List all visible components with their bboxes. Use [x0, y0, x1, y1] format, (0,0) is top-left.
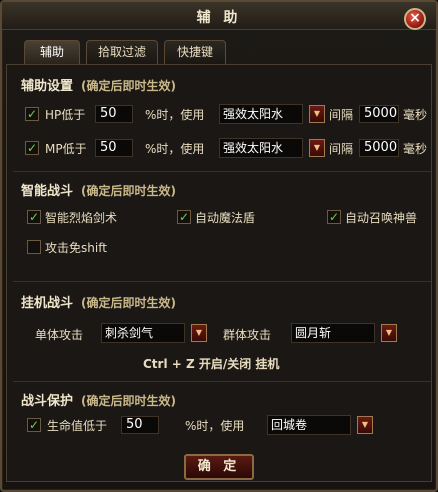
tab-content: 辅助设置 (确定后即时生效) ✓ HP低于 50 %时，使用 强效太阳水 ▼ 间隔…: [6, 64, 432, 482]
window-title: 辅 助: [196, 10, 242, 26]
section-title: 挂机战斗 (确定后即时生效): [21, 292, 176, 311]
section-title: 战斗保护 (确定后即时生效): [21, 390, 176, 409]
protect-title: 战斗保护: [21, 394, 74, 409]
auto-title: 挂机战斗: [21, 296, 74, 311]
mp-label: MP低于: [45, 142, 87, 156]
no-shift-label: 攻击免shift: [45, 241, 107, 255]
section-note: (确定后即时生效): [81, 184, 176, 198]
battle-protect-section: 战斗保护 (确定后即时生效) ✓ 生命值低于 50 %时，使用 回城卷 ▼: [13, 381, 431, 441]
summon-beast-checkbox[interactable]: ✓: [327, 210, 341, 224]
summon-beast-label: 自动召唤神兽: [345, 211, 418, 225]
single-attack-label: 单体攻击: [35, 328, 84, 342]
hp-interval-unit: 毫秒: [403, 108, 428, 122]
hp-item-dropdown-icon[interactable]: ▼: [309, 105, 325, 123]
group-attack-dropdown-icon[interactable]: ▼: [381, 324, 397, 342]
life-protect-suffix: %时，使用: [185, 419, 245, 433]
assist-settings-section: 辅助设置 (确定后即时生效) ✓ HP低于 50 %时，使用 强效太阳水 ▼ 间隔…: [13, 69, 431, 171]
group-attack-select[interactable]: 圆月斩: [291, 323, 375, 343]
hp-item-select[interactable]: 强效太阳水: [219, 104, 303, 124]
hp-interval-input[interactable]: 5000: [359, 105, 399, 123]
magic-shield-checkbox[interactable]: ✓: [177, 210, 191, 224]
magic-shield-label: 自动魔法盾: [195, 211, 256, 225]
auto-battle-section: 挂机战斗 (确定后即时生效) 单体攻击 刺杀剑气 ▼ 群体攻击 圆月斩 ▼ Ctr…: [13, 281, 431, 381]
hp-interval-label: 间隔: [329, 108, 354, 122]
hp-threshold-input[interactable]: 50: [95, 105, 133, 123]
hp-checkbox[interactable]: ✓: [25, 107, 39, 121]
mp-item-select[interactable]: 强效太阳水: [219, 138, 303, 158]
life-threshold-input[interactable]: 50: [121, 416, 159, 434]
tab-hotkeys[interactable]: 快捷键: [164, 40, 226, 64]
section-title: 辅助设置 (确定后即时生效): [21, 75, 176, 94]
single-attack-select[interactable]: 刺杀剑气: [101, 323, 185, 343]
combat-title: 智能战斗: [21, 184, 74, 199]
single-attack-dropdown-icon[interactable]: ▼: [191, 324, 207, 342]
no-shift-checkbox[interactable]: [27, 240, 41, 254]
mp-interval-unit: 毫秒: [403, 142, 428, 156]
protect-item-dropdown-icon[interactable]: ▼: [357, 416, 373, 434]
mp-interval-input[interactable]: 5000: [359, 139, 399, 157]
smart-combat-section: 智能战斗 (确定后即时生效) ✓ 智能烈焰剑术 ✓ 自动魔法盾 ✓ 自动召唤神兽 …: [13, 171, 431, 281]
hp-suffix: %时，使用: [145, 108, 205, 122]
assist-window: 辅 助 × 辅助 拾取过滤 快捷键 辅助设置 (确定后即时生效) ✓ HP低于 5…: [0, 0, 438, 492]
section-title: 智能战斗 (确定后即时生效): [21, 180, 176, 199]
life-protect-checkbox[interactable]: ✓: [27, 418, 41, 432]
assist-title: 辅助设置: [21, 79, 74, 94]
mp-suffix: %时，使用: [145, 142, 205, 156]
hp-label: HP低于: [45, 108, 86, 122]
mp-threshold-input[interactable]: 50: [95, 139, 133, 157]
tab-pickup-filter[interactable]: 拾取过滤: [86, 40, 158, 64]
close-icon[interactable]: ×: [404, 8, 426, 30]
mp-checkbox[interactable]: ✓: [25, 141, 39, 155]
section-note: (确定后即时生效): [81, 296, 176, 310]
section-note: (确定后即时生效): [81, 394, 176, 408]
fire-sword-label: 智能烈焰剑术: [45, 211, 118, 225]
protect-item-select[interactable]: 回城卷: [267, 415, 351, 435]
tab-assist[interactable]: 辅助: [24, 40, 80, 64]
mp-item-dropdown-icon[interactable]: ▼: [309, 139, 325, 157]
auto-battle-hotkey-hint: Ctrl + Z 开启/关闭 挂机: [143, 357, 280, 371]
section-note: (确定后即时生效): [81, 79, 176, 93]
life-protect-label: 生命值低于: [47, 419, 108, 433]
group-attack-label: 群体攻击: [223, 328, 272, 342]
fire-sword-checkbox[interactable]: ✓: [27, 210, 41, 224]
title-bar[interactable]: 辅 助 ×: [2, 2, 436, 30]
mp-interval-label: 间隔: [329, 142, 354, 156]
confirm-button[interactable]: 确 定: [184, 454, 254, 480]
